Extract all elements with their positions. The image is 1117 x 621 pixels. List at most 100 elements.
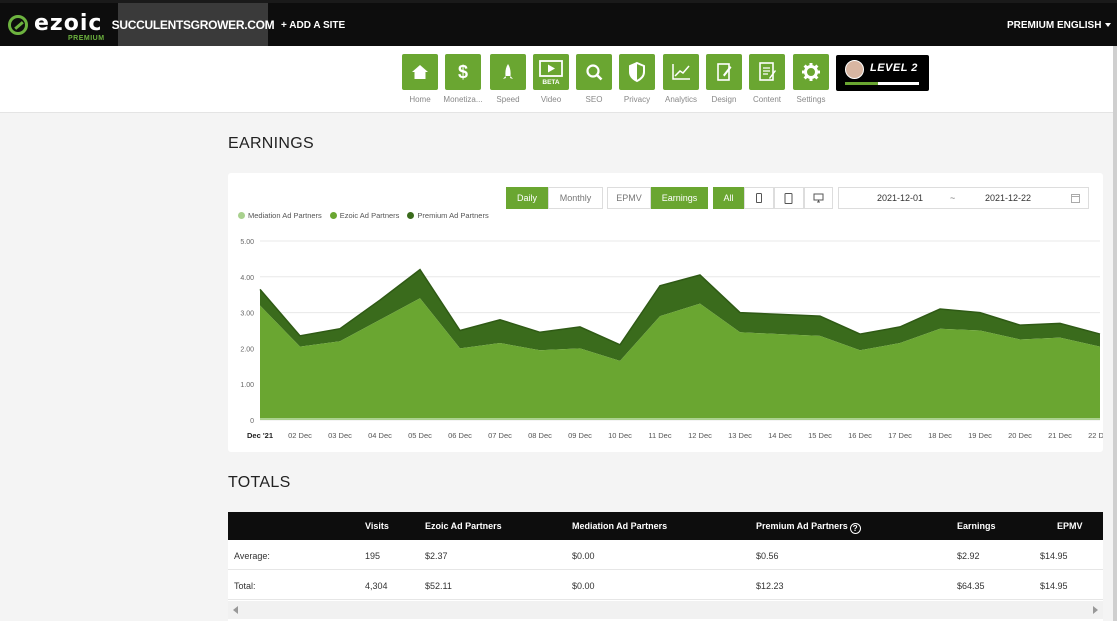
- nav-label: Content: [752, 95, 782, 104]
- table-row: Average: 195 $2.37 $0.00 $0.56 $2.92 $14…: [228, 540, 1103, 570]
- cell-epmv: $14.95: [1040, 551, 1068, 561]
- x-tick-label: 15 Dec: [808, 431, 832, 440]
- nav-label: Speed: [496, 95, 520, 104]
- col-visits: Visits: [365, 521, 389, 531]
- x-tick-label: 05 Dec: [408, 431, 432, 440]
- nav-item-design[interactable]: Design: [702, 54, 746, 104]
- nav-item-speed[interactable]: Speed: [486, 54, 530, 104]
- col-premium-label: Premium Ad Partners: [756, 521, 848, 531]
- nav-label: Monetiza...: [443, 95, 483, 104]
- earnings-chart[interactable]: 0 1.00 2.00 3.00 4.00 5.00 Dec '21 02 Dec 03 Dec…: [228, 173, 1103, 452]
- add-site-link[interactable]: + ADD A SITE: [281, 20, 345, 31]
- area-series-0: [260, 418, 1100, 420]
- x-tick-label: 04 Dec: [368, 431, 392, 440]
- y-tick-label: 5.00: [240, 239, 254, 246]
- nav-label: SEO: [585, 95, 603, 104]
- logo-text: ezoic: [34, 11, 103, 36]
- nav-label: Privacy: [623, 95, 651, 104]
- nav-item-privacy[interactable]: Privacy: [615, 54, 659, 104]
- nav-label: Design: [711, 95, 737, 104]
- level-progress-fill: [845, 82, 879, 85]
- x-tick-label: 21 Dec: [1048, 431, 1072, 440]
- x-tick-label: 03 Dec: [328, 431, 352, 440]
- premium-link[interactable]: PREMIUM: [1007, 20, 1054, 31]
- earnings-chart-card: Daily Monthly EPMV Earnings All 2021-12-…: [228, 173, 1103, 452]
- x-tick-label: 07 Dec: [488, 431, 512, 440]
- level-label: LEVEL 2: [870, 62, 918, 74]
- home-icon: [402, 54, 438, 90]
- x-tick-label: 17 Dec: [888, 431, 912, 440]
- nav-item-home[interactable]: Home: [398, 54, 442, 104]
- gear-icon: [793, 54, 829, 90]
- nav-label: Home: [409, 95, 431, 104]
- page-scrollbar[interactable]: [1113, 46, 1117, 621]
- row-label: Total:: [234, 581, 256, 591]
- shield-icon: [619, 54, 655, 90]
- nav-label: Settings: [796, 95, 826, 104]
- nav-item-analytics[interactable]: Analytics: [659, 54, 703, 104]
- nav-item-content[interactable]: Content: [745, 54, 789, 104]
- x-tick-label: 02 Dec: [288, 431, 312, 440]
- language-label: ENGLISH: [1057, 20, 1102, 31]
- nav-label: Analytics: [664, 95, 697, 104]
- totals-table: Visits Ezoic Ad Partners Mediation Ad Pa…: [228, 512, 1103, 621]
- x-tick-label: 10 Dec: [608, 431, 632, 440]
- avatar: [845, 60, 864, 79]
- y-tick-label: 0: [250, 418, 254, 425]
- totals-heading: TOTALS: [228, 474, 291, 491]
- col-premium: Premium Ad Partners?: [756, 521, 861, 534]
- table-row: Total: 4,304 $52.11 $0.00 $12.23 $64.35 …: [228, 570, 1103, 600]
- rocket-icon: [490, 54, 526, 90]
- ezoic-logo[interactable]: ezoic PREMIUM: [8, 11, 108, 43]
- help-icon[interactable]: ?: [849, 523, 861, 534]
- line-chart-icon: [663, 54, 699, 90]
- content-icon: [749, 54, 785, 90]
- cell-mediation: $0.00: [572, 551, 595, 561]
- nav-item-settings[interactable]: Settings: [789, 54, 833, 104]
- design-icon: [706, 54, 742, 90]
- nav-item-seo[interactable]: SEO: [572, 54, 616, 104]
- col-epmv: EPMV: [1057, 521, 1083, 531]
- cell-epmv: $14.95: [1040, 581, 1068, 591]
- cell-premium: $0.56: [756, 551, 779, 561]
- nav-label: Video: [540, 95, 562, 104]
- x-tick-label: 13 Dec: [728, 431, 752, 440]
- cell-premium: $12.23: [756, 581, 784, 591]
- totals-table-header: Visits Ezoic Ad Partners Mediation Ad Pa…: [228, 512, 1103, 540]
- cell-mediation: $0.00: [572, 581, 595, 591]
- scroll-left-icon[interactable]: [233, 606, 238, 614]
- y-tick-label: 1.00: [240, 382, 254, 389]
- y-tick-label: 3.00: [240, 311, 254, 318]
- cell-ezoic: $2.37: [425, 551, 448, 561]
- scroll-right-icon[interactable]: [1093, 606, 1098, 614]
- site-selector-tab[interactable]: SUCCULENTSGROWER.COM: [112, 3, 275, 46]
- row-label: Average:: [234, 551, 270, 561]
- cell-earnings: $64.35: [957, 581, 985, 591]
- nav-item-video[interactable]: BETA Video: [529, 54, 573, 104]
- col-ezoic: Ezoic Ad Partners: [425, 521, 502, 531]
- x-tick-label: 12 Dec: [688, 431, 712, 440]
- x-tick-label: 16 Dec: [848, 431, 872, 440]
- y-tick-label: 4.00: [240, 275, 254, 282]
- x-tick-label: 06 Dec: [448, 431, 472, 440]
- cell-ezoic: $52.11: [425, 581, 452, 591]
- earnings-heading: EARNINGS: [228, 135, 314, 152]
- col-earnings: Earnings: [957, 521, 996, 531]
- top-bar: ezoic PREMIUM SUCCULENTSGROWER.COM + ADD…: [0, 0, 1117, 46]
- dollar-icon: $: [445, 54, 481, 90]
- search-icon: [576, 54, 612, 90]
- x-tick-label: 09 Dec: [568, 431, 592, 440]
- nav-item-monetization[interactable]: $ Monetiza...: [441, 54, 485, 104]
- x-tick-label: Dec '21: [247, 431, 273, 440]
- x-tick-label: 22 Dec: [1088, 431, 1103, 440]
- col-mediation: Mediation Ad Partners: [572, 521, 668, 531]
- ezoic-logo-icon: [8, 15, 28, 35]
- x-tick-label: 11 Dec: [648, 431, 671, 440]
- table-horizontal-scrollbar[interactable]: [228, 601, 1103, 619]
- level-badge[interactable]: LEVEL 2: [836, 55, 929, 91]
- app-nav: Home $ Monetiza... Speed BETA Video SEO …: [0, 46, 1117, 113]
- beta-badge: BETA: [542, 79, 560, 86]
- cell-earnings: $2.92: [957, 551, 980, 561]
- language-dropdown[interactable]: ENGLISH: [1057, 20, 1112, 31]
- x-tick-label: 08 Dec: [528, 431, 552, 440]
